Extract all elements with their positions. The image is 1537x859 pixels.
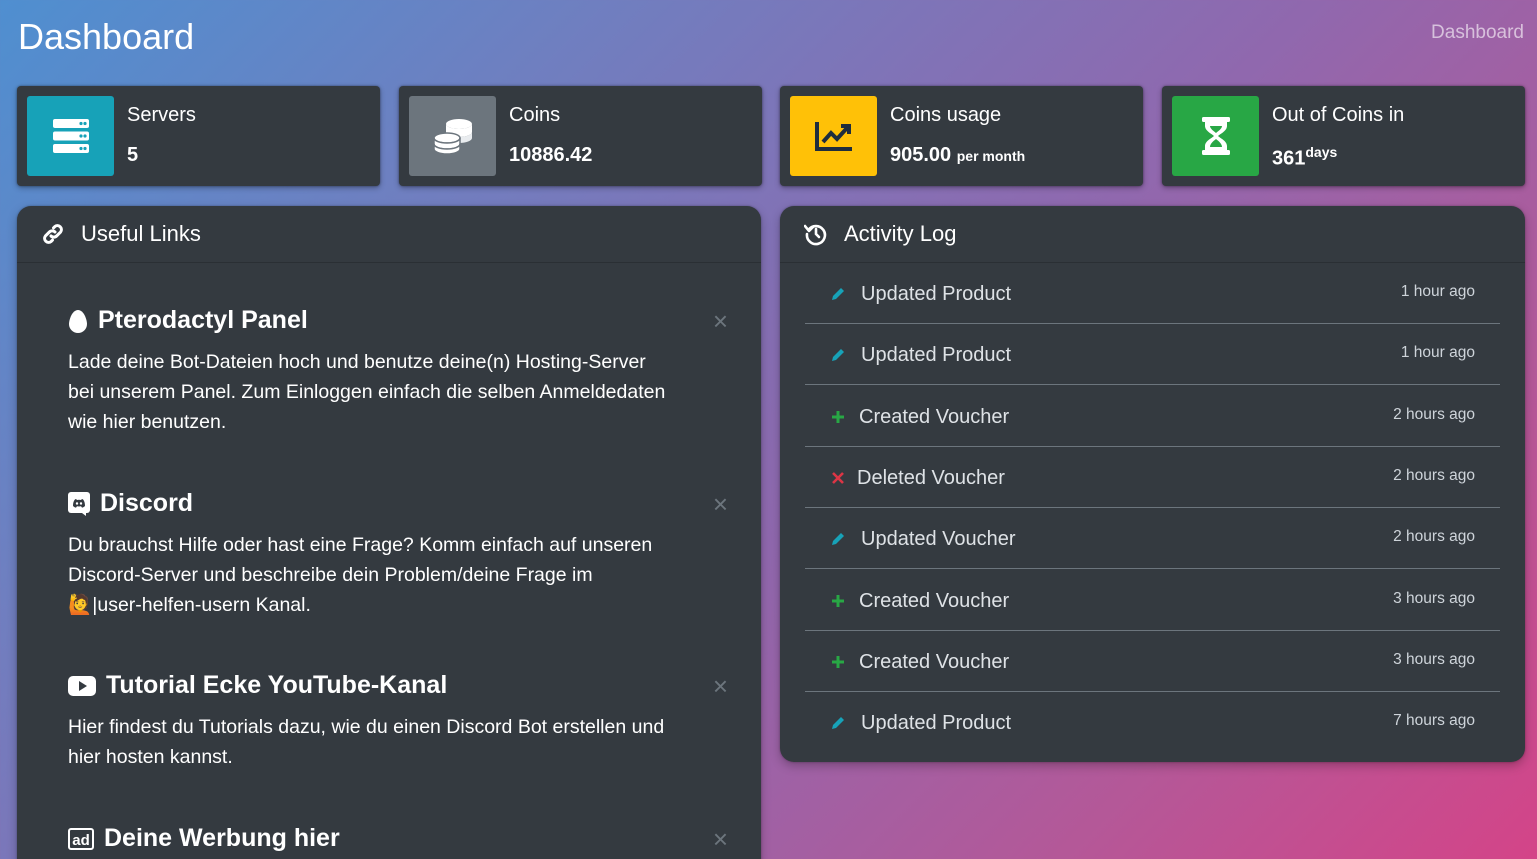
activity-row: Created Voucher 3 hours ago (805, 570, 1500, 631)
pencil-icon (829, 530, 847, 548)
close-icon[interactable]: × (713, 491, 728, 517)
stat-label: Coins (509, 104, 561, 126)
link-text-before: Du brauchst Hilfe oder hast eine Frage? … (68, 534, 653, 586)
stat-coins-usage: Coins usage 905.00 per month (780, 86, 1143, 186)
activity-row: Updated Voucher 2 hours ago (805, 508, 1500, 570)
plus-icon (829, 653, 847, 671)
plus-icon (829, 592, 847, 610)
stat-value: 361days (1272, 144, 1337, 171)
channel-name: |user-helfen-usern Kanal. (92, 594, 311, 616)
link-description: Hier findest du Tutorials dazu, wie du e… (68, 716, 665, 768)
activity-text: Updated Product (861, 283, 1012, 305)
close-icon[interactable]: × (713, 673, 728, 699)
link-title[interactable]: Discord (100, 489, 193, 518)
activity-row: Created Voucher 2 hours ago (805, 386, 1500, 447)
activity-row: Updated Product 7 hours ago (805, 692, 1500, 753)
activity-time: 1 hour ago (1400, 283, 1475, 300)
activity-text: Deleted Voucher (857, 466, 1005, 489)
stat-value: 10886.42 (509, 144, 593, 166)
history-icon (804, 222, 844, 246)
close-icon[interactable]: × (713, 826, 728, 852)
link-icon (41, 222, 81, 246)
activity-time: 2 hours ago (1393, 405, 1475, 423)
activity-text: Created Voucher (859, 650, 1010, 673)
stat-number: 905.00 (890, 144, 952, 166)
stat-label: Out of Coins in (1272, 104, 1405, 126)
link-item-pterodactyl: Pterodactyl Panel Lade deine Bot-Dateien… (68, 306, 728, 437)
link-title[interactable]: Deine Werbung hier (104, 824, 340, 853)
times-icon (829, 469, 847, 487)
stat-suffix: per month (956, 148, 1026, 164)
card-title: Useful Links (81, 221, 201, 246)
stat-out-of-coins: Out of Coins in 361days (1162, 86, 1525, 186)
card-header: Activity Log (780, 206, 1525, 263)
discord-icon (68, 491, 90, 516)
stat-coins: Coins 10886.42 (399, 86, 762, 186)
stat-label: Servers (127, 104, 196, 126)
ad-icon: ad (68, 827, 94, 850)
link-item-discord: Discord Du brauchst Hilfe oder hast eine… (68, 489, 728, 620)
useful-links-card: Useful Links Pterodactyl Panel Lade dein… (17, 206, 761, 859)
activity-text: Created Voucher (859, 589, 1010, 612)
activity-text: Updated Product (861, 344, 1012, 367)
raising-hand-emoji: 🙋 (68, 594, 93, 616)
stat-label: Coins usage (890, 104, 1002, 126)
server-icon (27, 96, 114, 176)
svg-text:ad: ad (72, 832, 90, 849)
activity-time: 2 hours ago (1393, 466, 1475, 484)
egg-icon (68, 309, 88, 333)
breadcrumb[interactable]: Dashboard (1431, 22, 1524, 44)
activity-text: Updated Voucher (861, 528, 1016, 551)
activity-time: 3 hours ago (1393, 650, 1475, 668)
hourglass-icon (1172, 96, 1259, 176)
plus-icon (829, 408, 847, 426)
youtube-icon (68, 675, 96, 696)
stat-value: 905.00 per month (890, 144, 1025, 167)
stat-number: 361 (1272, 147, 1306, 170)
link-description: Lade deine Bot-Dateien hoch und benutze … (68, 351, 666, 433)
chart-line-icon (790, 96, 877, 176)
link-description: Du brauchst Hilfe oder hast eine Frage? … (68, 530, 668, 620)
stat-servers: Servers 5 (17, 86, 380, 186)
stat-suffix: days (1305, 144, 1338, 160)
activity-log-card: Activity Log Updated Product 1 hour ago Up… (780, 206, 1525, 762)
close-icon[interactable]: × (713, 308, 728, 334)
coins-icon (409, 96, 496, 176)
pencil-icon (829, 346, 847, 364)
link-item-youtube: Tutorial Ecke YouTube-Kanal Hier findest… (68, 671, 728, 772)
link-title[interactable]: Pterodactyl Panel (98, 306, 308, 335)
activity-row: Deleted Voucher 2 hours ago (805, 447, 1500, 508)
page-title: Dashboard (18, 16, 195, 57)
activity-row: Updated Product 1 hour ago (805, 324, 1500, 386)
activity-text: Created Voucher (859, 405, 1010, 428)
activity-time: 7 hours ago (1393, 712, 1475, 730)
activity-time: 1 hour ago (1400, 344, 1475, 362)
pencil-icon (829, 285, 847, 303)
card-header: Useful Links (17, 206, 761, 263)
activity-text: Updated Product (861, 712, 1012, 735)
activity-time: 2 hours ago (1393, 528, 1475, 546)
stat-value: 5 (127, 144, 139, 166)
link-item-advertising: ad Deine Werbung hier × (68, 824, 728, 853)
activity-row: Updated Product 1 hour ago (805, 263, 1500, 324)
card-title: Activity Log (844, 221, 957, 246)
activity-time: 3 hours ago (1393, 589, 1475, 607)
activity-row: Created Voucher 3 hours ago (805, 631, 1500, 692)
link-title[interactable]: Tutorial Ecke YouTube-Kanal (106, 671, 447, 700)
pencil-icon (829, 714, 847, 732)
